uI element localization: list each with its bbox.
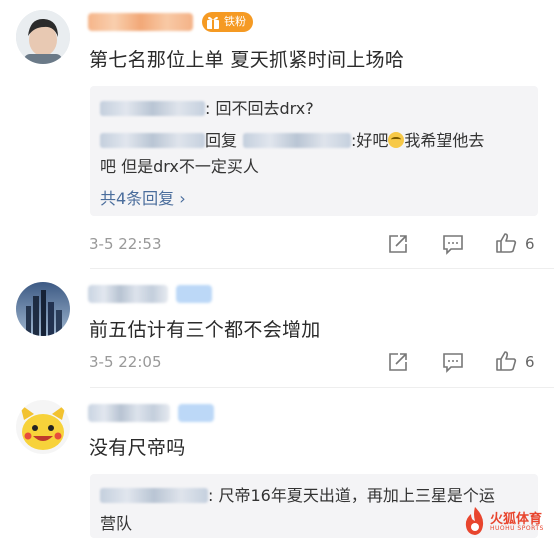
- reply-line[interactable]: 回复 :好吧 我希望他去: [100, 127, 484, 151]
- reply-username-blurred: [100, 133, 205, 148]
- comment-item: 铁粉 第七名那位上单 夏天抓紧时间上场哈 : 回不回去drx? 回复 :好吧 我希望…: [0, 0, 554, 269]
- watermark-logo: 火狐体育 HUOHU SPORTS: [462, 504, 544, 538]
- avatar[interactable]: [16, 400, 70, 454]
- timestamp: 3-5 22:53: [89, 235, 162, 253]
- reply-username-blurred: [100, 101, 205, 116]
- divider: [90, 268, 554, 269]
- avatar-cartoon-icon: [16, 400, 70, 454]
- share-icon[interactable]: [387, 351, 409, 373]
- avatar-city-icon: [16, 282, 70, 336]
- timestamp: 3-5 22:05: [89, 353, 162, 371]
- reply-text: 我希望他去: [404, 131, 485, 150]
- comment-text: 没有尺帝吗: [89, 437, 186, 459]
- comment-icon[interactable]: [442, 233, 464, 255]
- reply-line[interactable]: : 尺帝16年夏天出道，再加上三星是个运: [100, 482, 495, 506]
- reply-username-blurred: [100, 488, 208, 503]
- thumbs-up-icon[interactable]: [495, 350, 517, 372]
- badge-label: 铁粉: [224, 15, 246, 28]
- gift-icon: [207, 16, 219, 29]
- avatar[interactable]: [16, 282, 70, 336]
- comment-item: 前五估计有三个都不会增加 3-5 22:05 6: [0, 270, 554, 390]
- reply-line-continued: 营队: [100, 514, 133, 533]
- user-tag-blurred: [176, 285, 212, 303]
- reply-text: : 回不回去drx?: [205, 99, 314, 118]
- reply-line-continued: 吧 但是drx不一定买人: [100, 157, 259, 176]
- watermark-subtext: HUOHU SPORTS: [490, 525, 544, 532]
- user-tag-blurred: [178, 404, 214, 422]
- comment-text: 第七名那位上单 夏天抓紧时间上场哈: [89, 49, 405, 71]
- fan-badge: 铁粉: [202, 12, 253, 32]
- reply-text: : 尺帝16年夏天出道，再加上三星是个运: [208, 486, 495, 505]
- thumbs-up-icon[interactable]: [495, 232, 517, 254]
- username-blurred[interactable]: [88, 404, 170, 422]
- like-count: 6: [525, 235, 535, 253]
- avatar-photo-icon: [16, 10, 70, 64]
- reply-box[interactable]: : 回不回去drx? 回复 :好吧 我希望他去 吧 但是drx不一定买人 共4条回复…: [90, 86, 538, 216]
- comment-text: 前五估计有三个都不会增加: [89, 319, 321, 341]
- comment-icon[interactable]: [442, 351, 464, 373]
- reply-text: :好吧: [351, 131, 389, 150]
- reply-target-blurred: [243, 133, 352, 148]
- reply-line[interactable]: : 回不回去drx?: [100, 95, 314, 119]
- share-icon[interactable]: [387, 233, 409, 255]
- reply-prefix: 回复: [205, 131, 238, 150]
- avatar[interactable]: [16, 10, 70, 64]
- flame-logo-icon: [465, 507, 484, 535]
- view-more-replies-link[interactable]: 共4条回复 ›: [100, 185, 186, 209]
- laughing-emoji-icon: [388, 132, 405, 148]
- like-count: 6: [525, 353, 535, 371]
- username-blurred[interactable]: [88, 13, 193, 31]
- username-blurred[interactable]: [88, 285, 168, 303]
